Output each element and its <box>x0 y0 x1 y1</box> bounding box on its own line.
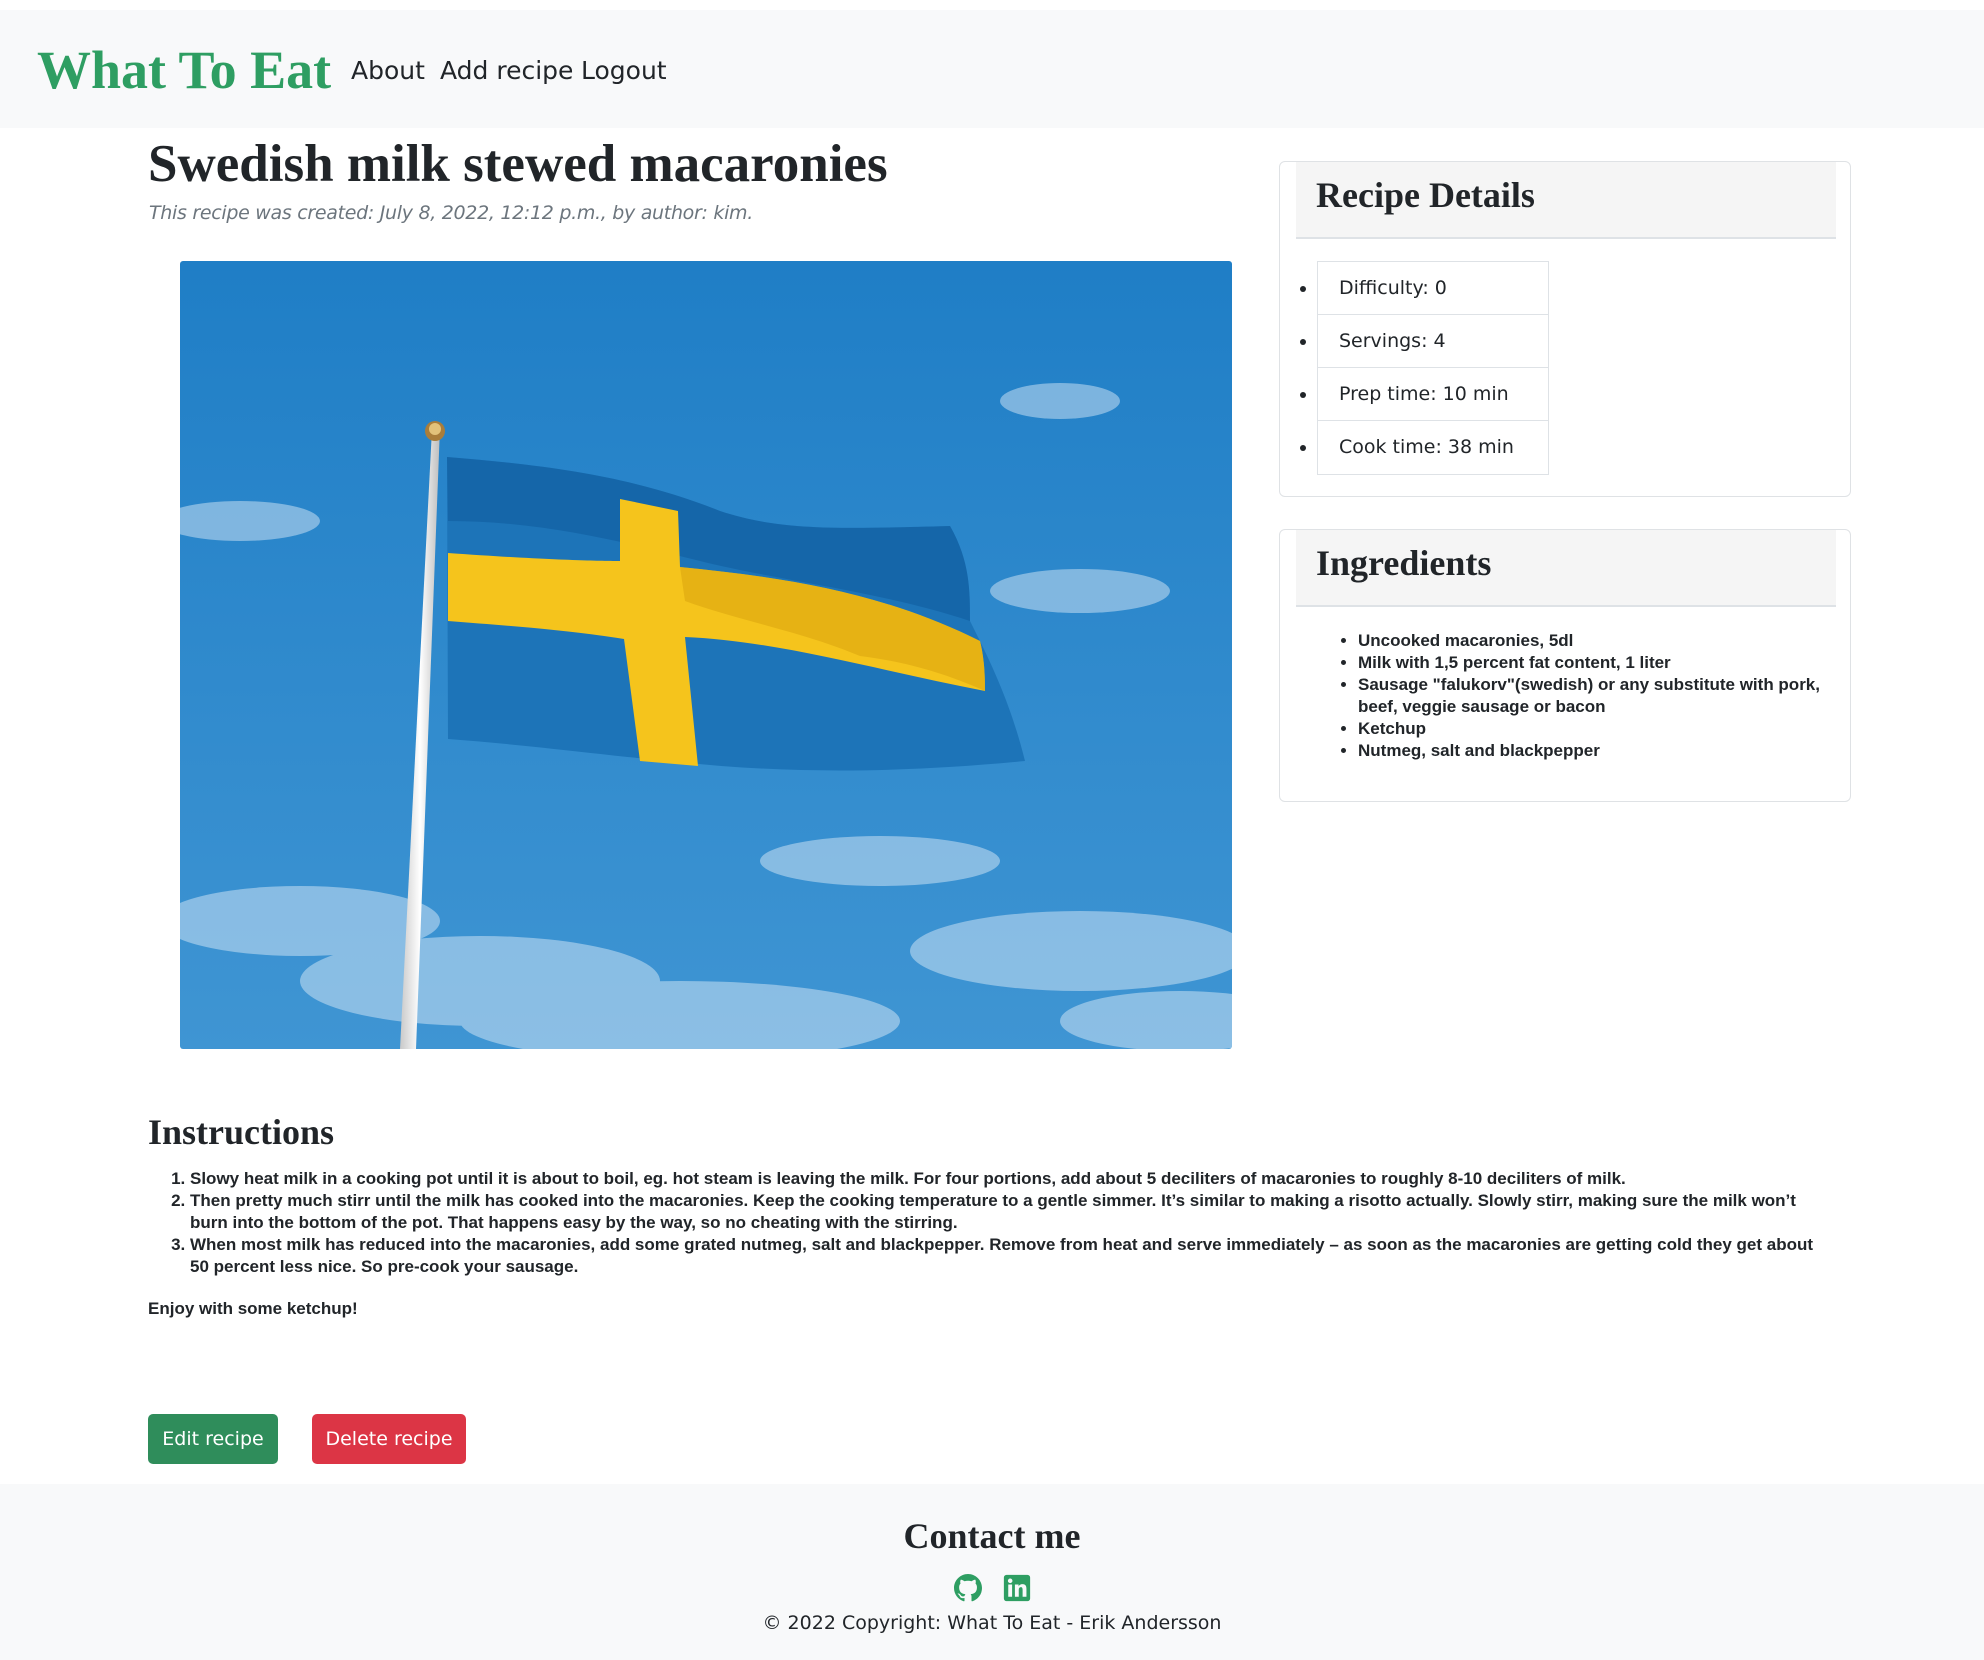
recipe-title: Swedish milk stewed macaronies <box>148 135 888 193</box>
instructions-closing: Enjoy with some ketchup! <box>148 1299 358 1318</box>
recipe-meta: This recipe was created: July 8, 2022, 1… <box>149 202 753 224</box>
brand-logo[interactable]: What To Eat <box>37 40 331 100</box>
github-icon[interactable] <box>954 1574 982 1602</box>
delete-recipe-button[interactable]: Delete recipe <box>312 1414 466 1464</box>
ingredient-item: Sausage "falukorv"(swedish) or any subst… <box>1358 674 1828 718</box>
nav-link-add-recipe[interactable]: Add recipe <box>440 56 573 86</box>
copyright-text: © 2022 Copyright: What To Eat - Erik And… <box>762 1612 1222 1634</box>
ingredient-item: Milk with 1,5 percent fat content, 1 lit… <box>1358 652 1828 674</box>
detail-cook-time: Cook time: 38 min <box>1318 421 1548 474</box>
instruction-step: Slowy heat milk in a cooking pot until i… <box>190 1168 1830 1190</box>
ingredients-card: Ingredients Uncooked macaronies, 5dl Mil… <box>1279 529 1851 802</box>
edit-recipe-button[interactable]: Edit recipe <box>148 1414 278 1464</box>
ingredient-item: Uncooked macaronies, 5dl <box>1358 630 1828 652</box>
ingredients-header: Ingredients <box>1296 530 1836 607</box>
detail-difficulty: Difficulty: 0 <box>1318 262 1548 315</box>
nav-link-logout[interactable]: Logout <box>581 56 667 86</box>
recipe-details-header: Recipe Details <box>1296 162 1836 239</box>
detail-servings: Servings: 4 <box>1318 315 1548 368</box>
recipe-details-list: Difficulty: 0 Servings: 4 Prep time: 10 … <box>1317 261 1549 475</box>
ingredient-item: Ketchup <box>1358 718 1828 740</box>
nav-link-about[interactable]: About <box>351 56 425 86</box>
linkedin-icon[interactable] <box>1003 1574 1031 1602</box>
instruction-step: When most milk has reduced into the maca… <box>190 1234 1830 1278</box>
ingredient-item: Nutmeg, salt and blackpepper <box>1358 740 1828 762</box>
instruction-step: Then pretty much stirr until the milk ha… <box>190 1190 1830 1234</box>
recipe-details-card: Recipe Details Difficulty: 0 Servings: 4… <box>1279 161 1851 497</box>
recipe-details-title: Recipe Details <box>1316 175 1535 215</box>
navbar: What To Eat About Add recipe Logout <box>0 10 1984 128</box>
contact-heading: Contact me <box>903 1516 1081 1556</box>
instructions-list: Slowy heat milk in a cooking pot until i… <box>190 1168 1830 1278</box>
ingredients-list: Uncooked macaronies, 5dl Milk with 1,5 p… <box>1358 630 1828 762</box>
instructions-title: Instructions <box>148 1112 335 1152</box>
footer: Contact me © 2022 Copyright: What To Eat… <box>0 1484 1984 1660</box>
top-strip <box>0 0 1984 10</box>
ingredients-title: Ingredients <box>1316 543 1492 583</box>
recipe-image <box>180 261 1232 1049</box>
detail-prep-time: Prep time: 10 min <box>1318 368 1548 421</box>
